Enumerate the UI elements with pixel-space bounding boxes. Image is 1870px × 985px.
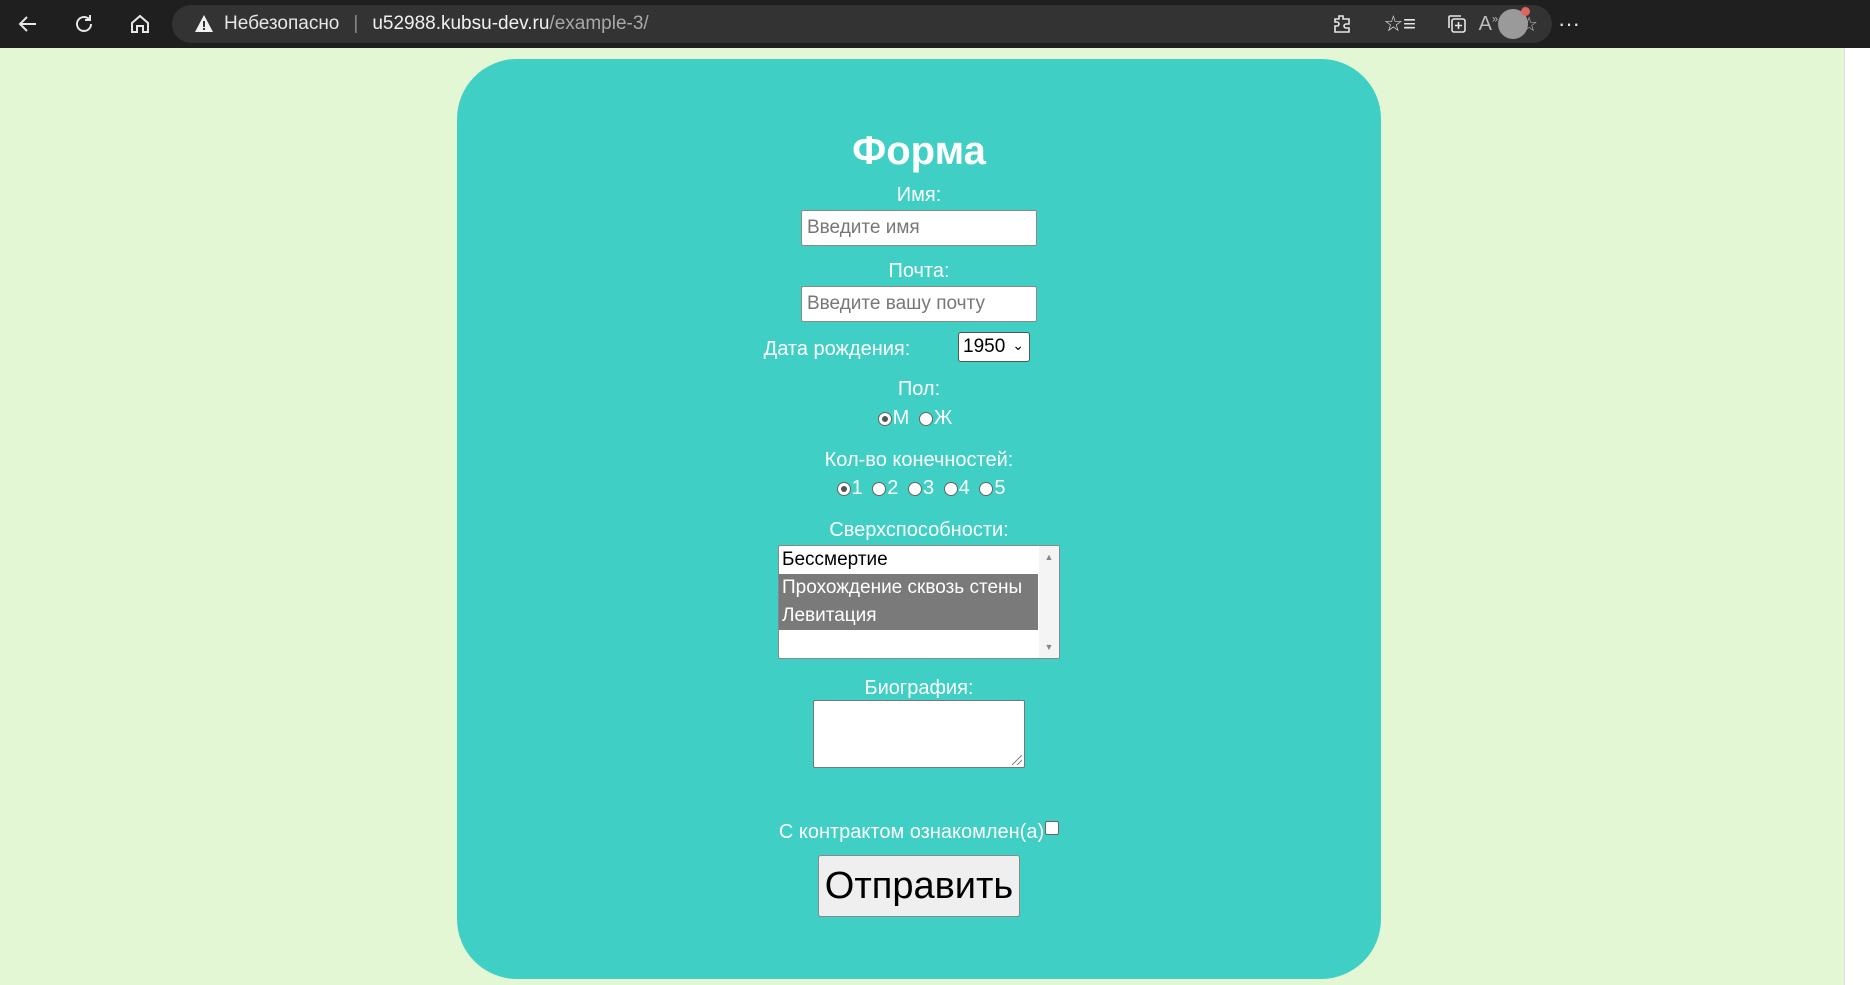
contract-row: С контрактом ознакомлен(а) — [457, 821, 1381, 844]
limbs-label: Кол-во конечностей: — [824, 449, 1014, 471]
reload-icon[interactable] — [64, 4, 104, 44]
form-title: Форма — [852, 129, 986, 173]
url-path: /example-3/ — [549, 13, 649, 34]
url-host: u52988.kubsu-dev.ru — [372, 13, 550, 34]
bio-textarea[interactable] — [813, 700, 1025, 768]
birthdate-label: Дата рождения: — [763, 338, 911, 360]
name-input[interactable] — [801, 210, 1037, 246]
limbs-radio-1[interactable] — [836, 481, 851, 496]
gender-radio-group: М Ж — [455, 407, 1379, 432]
abilities-listbox[interactable]: Бессмертие Прохождение сквозь стены Леви… — [778, 545, 1060, 659]
form-card: Форма Имя: Почта: Дата рождения: 1950 ⌄ … — [457, 59, 1381, 979]
limbs-radio-5[interactable] — [979, 481, 994, 496]
sidebar-edge — [1844, 48, 1870, 985]
limbs-option-label: 5 — [994, 477, 1006, 499]
gender-radio-f[interactable] — [918, 411, 933, 426]
limbs-option-3[interactable]: 3 — [907, 477, 935, 500]
limbs-option-label: 1 — [851, 477, 863, 499]
email-label: Почта: — [888, 260, 950, 282]
abilities-option-immortality[interactable]: Бессмертие — [779, 546, 1038, 574]
birthdate-select[interactable]: 1950 ⌄ — [958, 332, 1030, 362]
limbs-option-label: 2 — [887, 477, 899, 499]
contract-checkbox[interactable] — [1045, 821, 1060, 835]
email-input[interactable] — [801, 286, 1037, 322]
chevron-down-icon: ⌄ — [1012, 337, 1024, 353]
gender-label: Пол: — [897, 378, 941, 400]
favorites-icon[interactable]: ☆≡ — [1383, 11, 1416, 37]
gender-option-label: М — [892, 407, 910, 429]
listbox-scrollbar[interactable]: ▲ ▼ — [1039, 546, 1059, 658]
gender-option-m[interactable]: М — [877, 407, 910, 430]
home-icon[interactable] — [120, 4, 160, 44]
limbs-option-1[interactable]: 1 — [836, 477, 863, 500]
name-label: Имя: — [896, 184, 942, 206]
gender-radio-m[interactable] — [877, 411, 892, 426]
more-menu-icon[interactable]: ··· — [1558, 11, 1580, 37]
limbs-radio-2[interactable] — [872, 481, 887, 496]
collections-icon[interactable] — [1446, 13, 1468, 35]
abilities-option-wall-passing[interactable]: Прохождение сквозь стены — [779, 574, 1038, 602]
limbs-radio-group: 1 2 3 4 5 — [461, 477, 1385, 502]
security-label[interactable]: Небезопасно — [224, 13, 339, 35]
limbs-option-label: 3 — [922, 477, 935, 499]
address-separator: | — [353, 13, 359, 34]
limbs-option-2[interactable]: 2 — [872, 477, 898, 500]
browser-toolbar: Небезопасно | u52988.kubsu-dev.ru/exampl… — [0, 0, 1870, 48]
submit-button[interactable]: Отправить — [818, 855, 1020, 917]
extensions-icon[interactable] — [1331, 13, 1353, 35]
gender-option-label: Ж — [933, 407, 953, 429]
profile-avatar[interactable] — [1498, 7, 1531, 39]
scroll-up-icon[interactable]: ▲ — [1039, 552, 1059, 562]
resize-handle-icon[interactable] — [1012, 755, 1022, 765]
back-icon[interactable] — [8, 4, 48, 44]
limbs-radio-3[interactable] — [907, 481, 922, 496]
limbs-option-4[interactable]: 4 — [943, 477, 970, 500]
bio-label: Биография: — [864, 677, 974, 699]
abilities-label: Сверхспособности: — [829, 519, 1009, 541]
scroll-down-icon[interactable]: ▼ — [1039, 642, 1059, 652]
gender-option-f[interactable]: Ж — [918, 407, 953, 430]
limbs-option-5[interactable]: 5 — [979, 477, 1005, 500]
limbs-option-label: 4 — [958, 477, 970, 499]
warning-icon — [195, 15, 213, 32]
birthdate-value: 1950 — [963, 336, 1006, 357]
contract-label: С контрактом ознакомлен(а) — [778, 821, 1045, 843]
abilities-option-levitation[interactable]: Левитация — [779, 602, 1038, 630]
limbs-radio-4[interactable] — [943, 481, 958, 496]
